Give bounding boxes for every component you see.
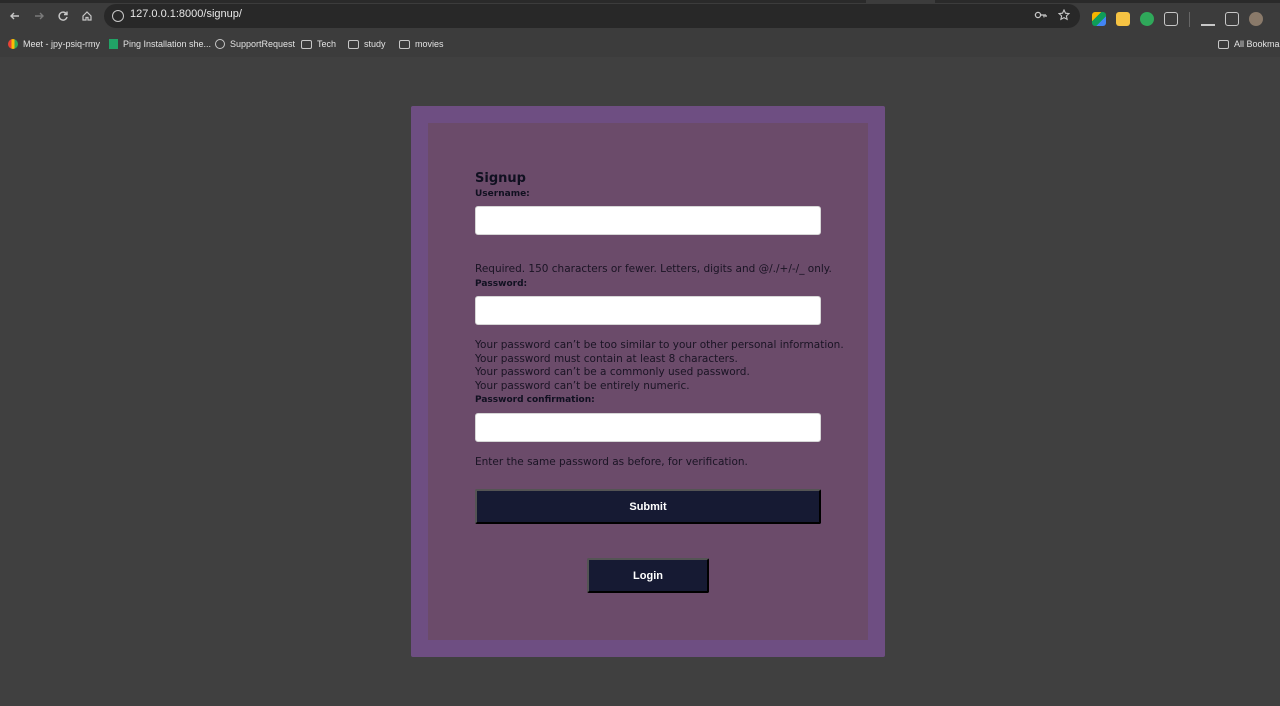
address-bar[interactable]: 127.0.0.1:8000/signup/ [104, 4, 1080, 28]
bookmarks-bar: Meet - jpy-psiq-rmy Ping Installation sh… [0, 36, 1280, 56]
submit-button[interactable]: Submit [475, 489, 821, 524]
reload-icon[interactable] [51, 4, 75, 28]
tab-strip-edge [935, 0, 1280, 3]
meet-icon [8, 39, 18, 49]
password-confirmation-help: Enter the same password as before, for v… [475, 456, 748, 468]
profile-avatar[interactable] [1249, 12, 1263, 26]
password-help-2: Your password must contain at least 8 ch… [475, 353, 738, 365]
password-key-icon[interactable] [1034, 9, 1047, 24]
bookmark-label: Meet - jpy-psiq-rmy [23, 39, 101, 49]
username-label: Username: [475, 189, 530, 199]
bookmark-label: SupportRequest [230, 39, 296, 49]
bookmark-item[interactable]: SupportRequest [215, 39, 295, 49]
site-info-icon[interactable] [112, 10, 124, 22]
toolbar-divider [1189, 12, 1190, 27]
home-icon[interactable] [75, 4, 99, 28]
bookmark-star-icon[interactable] [1057, 8, 1071, 24]
bookmark-label: Ping Installation she... [123, 39, 212, 49]
address-url[interactable]: 127.0.0.1:8000/signup/ [130, 8, 242, 20]
side-panel-icon[interactable] [1225, 12, 1239, 26]
bookmark-label: movies [415, 39, 444, 49]
bookmark-label: Tech [317, 39, 337, 49]
password-confirmation-label: Password confirmation: [475, 395, 595, 405]
folder-icon [301, 39, 312, 49]
bookmark-folder-study[interactable]: study [348, 39, 386, 49]
folder-icon [399, 39, 410, 49]
password-help-1: Your password can’t be too similar to yo… [475, 339, 844, 351]
bookmark-label: study [364, 39, 386, 49]
forward-arrow-icon[interactable] [27, 4, 51, 28]
browser-chrome: 127.0.0.1:8000/signup/ Meet - jpy-psiq-r… [0, 0, 1280, 57]
username-help: Required. 150 characters or fewer. Lette… [475, 263, 832, 275]
bookmark-item[interactable]: Ping Installation she... [109, 39, 211, 49]
password-label: Password: [475, 279, 528, 289]
password-input[interactable] [475, 296, 821, 325]
bookmark-folder-tech[interactable]: Tech [301, 39, 336, 49]
bookmark-folder-movies[interactable]: movies [399, 39, 444, 49]
all-bookmarks-label: All Bookmarks [1234, 39, 1280, 49]
page-viewport: Signup Username: Required. 150 character… [0, 57, 1280, 706]
tab-strip-edge [0, 0, 866, 3]
password-confirmation-input[interactable] [475, 413, 821, 442]
downloads-icon[interactable] [1201, 12, 1215, 26]
username-input[interactable] [475, 206, 821, 235]
password-help-4: Your password can’t be entirely numeric. [475, 380, 690, 392]
form-title: Signup [475, 171, 526, 186]
all-bookmarks[interactable]: All Bookmarks [1218, 39, 1280, 49]
folder-icon [348, 39, 359, 49]
signup-card: Signup Username: Required. 150 character… [411, 106, 885, 657]
bookmark-item[interactable]: Meet - jpy-psiq-rmy [8, 39, 100, 49]
extensions-puzzle-icon[interactable] [1164, 12, 1178, 26]
back-arrow-icon[interactable] [3, 4, 27, 28]
globe-icon [215, 39, 225, 49]
sheets-icon [109, 39, 118, 49]
extension-icon[interactable] [1140, 12, 1154, 26]
login-button[interactable]: Login [587, 558, 709, 593]
folder-icon [1218, 39, 1229, 49]
drive-extension-icon[interactable] [1092, 12, 1106, 26]
password-help-3: Your password can’t be a commonly used p… [475, 366, 750, 378]
folder-extension-icon[interactable] [1116, 12, 1130, 26]
signup-card-inner: Signup Username: Required. 150 character… [428, 123, 868, 640]
